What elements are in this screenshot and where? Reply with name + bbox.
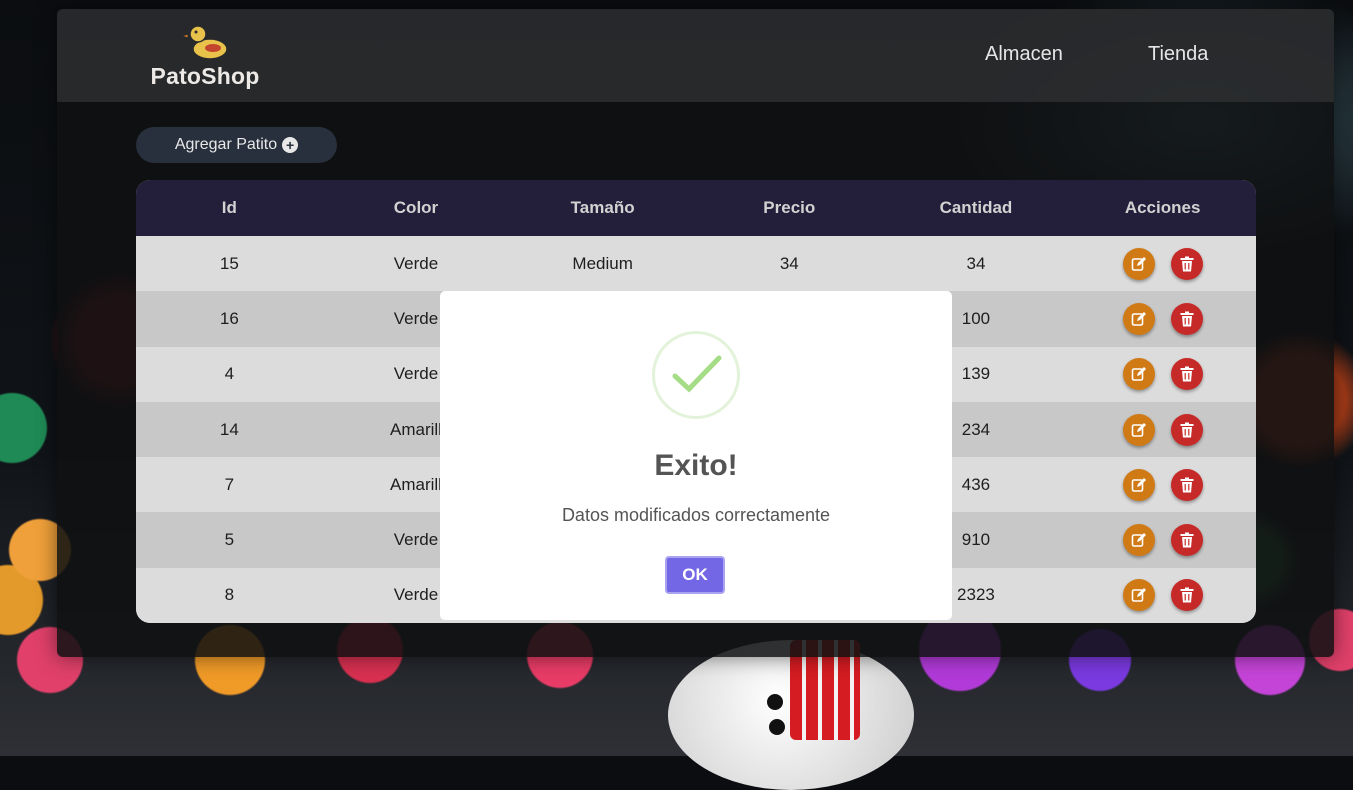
ok-button[interactable]: OK bbox=[665, 556, 725, 594]
success-circle bbox=[652, 331, 740, 419]
dialog-message: Datos modificados correctamente bbox=[561, 505, 831, 525]
success-dialog: Exito! Datos modificados correctamente O… bbox=[440, 291, 952, 620]
dialog-title: Exito! bbox=[654, 449, 738, 482]
check-icon bbox=[672, 355, 722, 393]
